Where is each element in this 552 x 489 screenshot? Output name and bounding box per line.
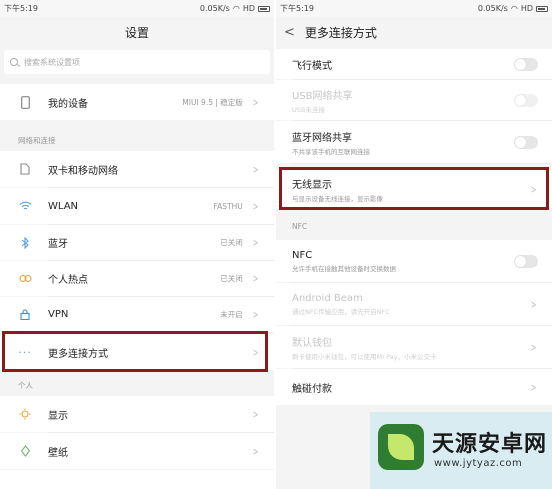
watermark-logo: 天源安卓网 www.jytyaz.com [370, 412, 552, 489]
page-title: 设置 [124, 25, 149, 40]
item-value: 已关闭 [220, 238, 243, 247]
item-title: 飞行模式 [292, 60, 332, 72]
item-hotspot[interactable]: 个人热点 已关闭 > [0, 261, 274, 296]
chevron-right-icon: > [252, 272, 259, 285]
item-nfc[interactable]: NFC 允许手机在接触其他设备时交换数据 [276, 240, 552, 282]
wifi-status-icon: ◠ [510, 4, 518, 13]
status-bar: 下午5:19 0.05K/s ◠ HD [0, 0, 274, 17]
hd-label: HD [520, 4, 533, 13]
my-device-version: MIUI 9.5 | 稳定版 [182, 97, 243, 107]
item-bluetooth-tethering[interactable]: 蓝牙网络共享 不共享该手机的互联网连接 [276, 121, 552, 163]
chevron-right-icon: > [252, 162, 259, 176]
airplane-toggle[interactable] [514, 57, 538, 71]
bluetooth-tethering-toggle[interactable] [514, 135, 538, 149]
item-wlan[interactable]: WLAN FASTHU > [0, 188, 274, 224]
item-subtitle: 允许手机在接触其他设备时交换数据 [292, 264, 396, 273]
search-icon [10, 58, 18, 66]
item-value: 未开启 [220, 310, 243, 319]
vpn-icon [18, 308, 32, 322]
item-subtitle: 刷卡使用小米钱包，可以使用MI Pay，小米公交卡 [292, 352, 437, 361]
network-speed: 0.05K/s [477, 4, 508, 13]
search-input[interactable]: 搜索系统设置项 [4, 50, 270, 74]
battery-icon [258, 5, 270, 12]
chevron-right-icon: > [252, 199, 259, 213]
item-title: Android Beam [292, 292, 363, 304]
item-usb-tethering[interactable]: USB网络共享 USB未连接 [276, 80, 552, 120]
item-label: 双卡和移动网络 [48, 165, 118, 177]
chevron-right-icon: > [252, 444, 259, 458]
item-label: 显示 [48, 410, 68, 422]
wifi-status-icon: ◠ [232, 4, 240, 13]
back-arrow-icon[interactable]: < [284, 25, 295, 40]
chevron-right-icon: > [252, 95, 259, 109]
usb-tethering-toggle[interactable] [514, 93, 538, 107]
search-placeholder: 搜索系统设置项 [24, 57, 80, 67]
item-label: 蓝牙 [48, 239, 68, 250]
item-label: 壁纸 [48, 447, 68, 459]
chevron-right-icon: > [252, 236, 259, 249]
item-wallpaper[interactable]: 壁纸 > [0, 433, 274, 469]
title-bar: < 更多连接方式 [276, 17, 552, 47]
status-time: 下午5:19 [4, 4, 38, 13]
bluetooth-icon [18, 236, 32, 250]
chevron-right-icon: > [252, 308, 259, 321]
highlight-box [2, 331, 268, 372]
item-label: WLAN [48, 200, 79, 212]
item-tap-to-pay[interactable]: 触碰付款 > [276, 369, 552, 405]
item-title: USB网络共享 [292, 90, 353, 102]
sim-icon [18, 162, 32, 176]
item-label: 个人热点 [48, 275, 88, 286]
hd-label: HD [242, 4, 255, 13]
item-title: NFC [292, 249, 313, 261]
section-personal-label: 个人 [18, 381, 33, 390]
highlight-box [279, 167, 549, 210]
item-value: 已关闭 [220, 274, 243, 283]
nfc-toggle[interactable] [514, 254, 538, 268]
my-device-label: 我的设备 [48, 98, 88, 110]
item-display[interactable]: 显示 > [0, 396, 274, 432]
item-default-wallet[interactable]: 默认钱包 刷卡使用小米钱包，可以使用MI Pay，小米公交卡 > [276, 326, 552, 368]
wifi-icon [18, 199, 32, 213]
item-title: 蓝牙网络共享 [292, 132, 352, 144]
divider [292, 163, 552, 164]
page-title: 更多连接方式 [304, 25, 377, 40]
list-item-partial [0, 470, 274, 489]
chevron-right-icon: > [530, 297, 537, 311]
item-airplane-mode[interactable]: 飞行模式 [276, 49, 552, 79]
watermark-url: www.jytyaz.com [434, 458, 523, 469]
hotspot-icon [18, 272, 32, 286]
battery-icon [536, 5, 548, 12]
network-speed: 0.05K/s [199, 4, 230, 13]
status-bar: 下午5:19 0.05K/s ◠ HD [276, 0, 552, 17]
item-value: FASTHU [213, 201, 243, 211]
item-bluetooth[interactable]: 蓝牙 已关闭 > [0, 225, 274, 260]
item-vpn[interactable]: VPN 未开启 > [0, 297, 274, 332]
settings-panel: 下午5:19 0.05K/s ◠ HD 设置 搜索系统设置项 我的设备 MIUI… [0, 0, 274, 489]
chevron-right-icon: > [530, 340, 537, 354]
watermark-name: 天源安卓网 [432, 432, 548, 457]
my-device-item[interactable]: 我的设备 MIUI 9.5 | 稳定版 > [0, 84, 274, 120]
sidebar-item-dual-sim[interactable]: 双卡和移动网络 > [0, 151, 274, 187]
section-network-label: 网络和连接 [18, 136, 56, 145]
item-title: 触碰付款 [292, 383, 332, 395]
phone-icon [18, 95, 32, 109]
wallpaper-icon [18, 444, 32, 458]
item-label: VPN [48, 309, 69, 320]
brightness-icon [18, 407, 32, 421]
item-subtitle: USB未连接 [292, 105, 325, 114]
android-logo-icon [378, 424, 424, 470]
chevron-right-icon: > [252, 407, 259, 421]
item-subtitle: 不共享该手机的互联网连接 [292, 147, 370, 156]
item-android-beam[interactable]: Android Beam 通过NFC传输应用，请先开启NFC > [276, 283, 552, 325]
section-nfc-label: NFC [292, 222, 308, 231]
chevron-right-icon: > [530, 380, 537, 394]
item-title: 默认钱包 [292, 337, 332, 349]
item-subtitle: 通过NFC传输应用，请先开启NFC [292, 307, 390, 316]
status-time: 下午5:19 [280, 4, 314, 13]
